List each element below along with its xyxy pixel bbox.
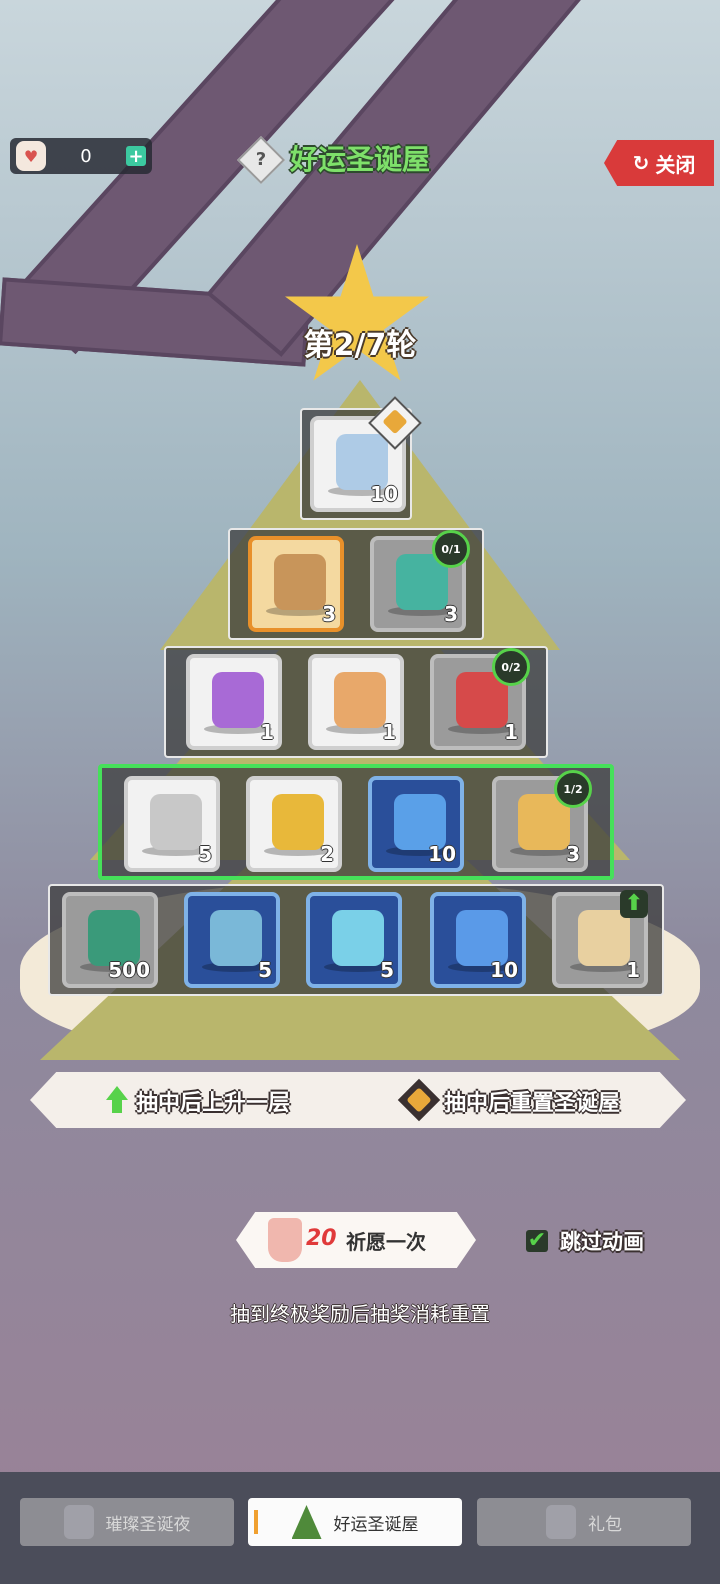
treasure-chest-icon — [274, 554, 326, 610]
item-count: 10 — [370, 482, 398, 506]
item-count: 2 — [320, 842, 334, 866]
ice-crystal-icon — [332, 910, 384, 966]
legend-banner: 抽中后上升一层 抽中后重置圣诞屋 — [30, 1072, 686, 1128]
scroll-icon — [212, 672, 264, 728]
progress-badge: 0/2 — [492, 648, 530, 686]
key-icon — [272, 794, 324, 850]
close-label: 关闭 — [655, 152, 696, 177]
close-button[interactable]: ↻ 关闭 — [604, 140, 714, 186]
reward-item[interactable]: 10 — [310, 396, 422, 512]
skip-animation-label[interactable]: 跳过动画 — [560, 1226, 644, 1256]
page-title: 好运圣诞屋 — [290, 143, 431, 176]
item-count: 3 — [322, 602, 336, 626]
reward-item[interactable]: 1 ⬆ — [552, 890, 648, 988]
draw-cost: 20 — [306, 1226, 337, 1251]
crown-icon — [397, 1078, 441, 1122]
legend-up-label: 抽中后上升一层 — [136, 1091, 291, 1116]
return-icon: ↻ — [632, 151, 650, 175]
item-count: 1 — [382, 720, 396, 744]
item-count: 1 — [260, 720, 274, 744]
legend-reset-label: 抽中后重置圣诞屋 — [444, 1091, 621, 1116]
reward-item[interactable]: 3 1/2 — [492, 770, 592, 872]
reward-item[interactable]: 1 0/2 — [430, 648, 530, 750]
draw-label: 祈愿一次 — [346, 1230, 426, 1254]
item-count: 1 — [626, 958, 640, 982]
parchment-scroll-icon — [578, 910, 630, 966]
reward-row: 500 5 5 10 1 ⬆ — [48, 884, 664, 996]
item-count: 3 — [444, 602, 458, 626]
stocking-icon — [268, 1218, 302, 1262]
reward-row: 1 1 1 0/2 — [164, 646, 548, 758]
item-count: 5 — [380, 958, 394, 982]
tab-brilliant-christmas-night[interactable]: 璀璨圣诞夜 — [20, 1498, 234, 1546]
reward-item[interactable]: 3 0/1 — [370, 530, 470, 632]
item-count: 3 — [566, 842, 580, 866]
reward-row: 3 3 0/1 — [228, 528, 484, 640]
draw-once-button[interactable]: 20 祈愿一次 — [236, 1212, 476, 1268]
up-arrow-icon: ⬆ — [620, 890, 648, 918]
reward-row: 10 — [300, 396, 422, 520]
item-count: 1 — [504, 720, 518, 744]
tab-label: 璀璨圣诞夜 — [105, 1514, 191, 1535]
item-count: 500 — [108, 958, 150, 982]
book-icon — [334, 672, 386, 728]
tab-gift-pack[interactable]: 礼包 — [477, 1498, 691, 1546]
reward-item[interactable]: 500 — [62, 892, 158, 988]
reward-item[interactable]: 2 — [246, 776, 342, 872]
reward-item[interactable]: 1 — [186, 654, 282, 750]
christmas-tree-icon — [291, 1505, 322, 1539]
item-count: 5 — [198, 842, 212, 866]
skip-animation-checkbox[interactable]: ✔ — [526, 1230, 548, 1252]
progress-badge: 0/1 — [432, 530, 470, 568]
mech-part-icon — [210, 910, 262, 966]
reward-row: 5 2 10 3 1/2 — [98, 764, 614, 880]
currency-value: 0 — [80, 145, 92, 167]
selected-indicator — [254, 1510, 258, 1534]
stone-icon — [150, 794, 202, 850]
item-count: 5 — [258, 958, 272, 982]
reindeer-icon — [63, 1505, 94, 1539]
add-currency-button[interactable]: + — [126, 146, 146, 167]
green-up-arrow-icon — [106, 1086, 128, 1114]
reward-item[interactable]: 10 — [368, 776, 464, 872]
help-icon: ? — [255, 149, 267, 170]
item-count: 10 — [428, 842, 456, 866]
item-count: 10 — [490, 958, 518, 982]
reward-item[interactable]: 5 — [124, 776, 220, 872]
gift-icon — [546, 1505, 576, 1539]
reward-item[interactable]: 1 — [308, 654, 404, 750]
tab-lucky-christmas-house[interactable]: 好运圣诞屋 — [248, 1498, 462, 1546]
reward-item[interactable]: 5 — [184, 892, 280, 988]
tab-label: 好运圣诞屋 — [333, 1514, 419, 1535]
reward-item[interactable]: 3 — [248, 536, 344, 632]
progress-badge: 1/2 — [554, 770, 592, 808]
reward-item[interactable]: 10 — [430, 892, 526, 988]
info-note: 抽到终极奖励后抽奖消耗重置 — [230, 1302, 490, 1326]
tab-label: 礼包 — [588, 1514, 622, 1535]
stocking-icon: ♥ — [16, 141, 46, 171]
round-counter: 第2/7轮 — [303, 328, 417, 363]
reward-item[interactable]: 5 — [306, 892, 402, 988]
currency-display: ♥ 0 + — [10, 138, 152, 174]
